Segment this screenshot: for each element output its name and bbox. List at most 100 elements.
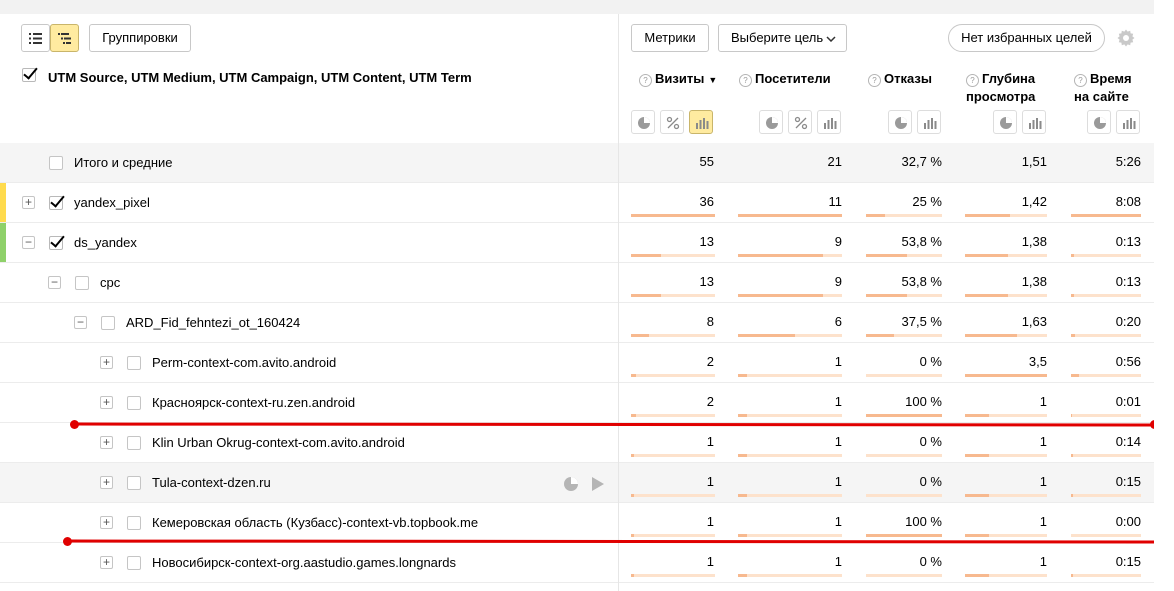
cell-visitors: 1 bbox=[834, 354, 842, 369]
gear-icon[interactable] bbox=[1117, 29, 1135, 47]
expand-icon[interactable]: + bbox=[100, 516, 113, 529]
table-row[interactable]: − cpc 13 9 53,8 % 1,38 0:13 bbox=[0, 263, 1154, 303]
table-row[interactable]: + Красноярск-context-ru.zen.android 2 1 100 … bbox=[0, 383, 1154, 423]
cell-bar-fill bbox=[631, 254, 661, 257]
row-checkbox[interactable] bbox=[49, 196, 63, 210]
favorite-goals-button[interactable]: Нет избранных целей bbox=[948, 24, 1105, 52]
cell-bar-visits bbox=[631, 454, 715, 457]
cell-bar-fill bbox=[631, 414, 636, 417]
column-header-depth[interactable]: ? Глубина просмотра bbox=[966, 70, 1035, 106]
expand-icon[interactable]: + bbox=[100, 436, 113, 449]
list-view-button[interactable] bbox=[21, 24, 50, 52]
row-checkbox[interactable] bbox=[127, 476, 141, 490]
cell-visitors: 21 bbox=[827, 154, 842, 169]
cell-bar-fill bbox=[1071, 494, 1073, 497]
pie-chart-mode-button[interactable] bbox=[993, 110, 1017, 134]
tree-view-button[interactable] bbox=[50, 24, 79, 52]
cell-visits: 36 bbox=[699, 194, 714, 209]
help-icon[interactable]: ? bbox=[1074, 74, 1087, 87]
row-checkbox[interactable] bbox=[127, 356, 141, 370]
table-row[interactable]: − ARD_Fid_fehntezi_ot_160424 8 6 37,5 % 1,63 0… bbox=[0, 303, 1154, 343]
pie-chart-mode-button[interactable] bbox=[631, 110, 655, 134]
row-color-marker bbox=[0, 183, 6, 222]
row-label: yandex_pixel bbox=[74, 195, 150, 210]
table-row[interactable]: + Klin Urban Okrug-context-com.avito.andr… bbox=[0, 423, 1154, 463]
column-header-bounce[interactable]: ? Отказы bbox=[868, 70, 932, 88]
expand-icon[interactable]: + bbox=[100, 556, 113, 569]
bar-chart-mode-button[interactable] bbox=[689, 110, 713, 134]
goal-select[interactable]: Выберите цель bbox=[718, 24, 847, 52]
cell-bar-fill bbox=[738, 414, 747, 417]
collapse-icon[interactable]: − bbox=[22, 236, 35, 249]
column-header-time-line2: на сайте bbox=[1074, 89, 1129, 104]
table-row[interactable]: + Tula-context-dzen.ru 1 1 0 % 1 0:15 bbox=[0, 463, 1154, 503]
help-icon[interactable]: ? bbox=[739, 74, 752, 87]
column-header-visitors[interactable]: ? Посетители bbox=[739, 70, 831, 88]
cell-bar-bounce bbox=[866, 374, 942, 377]
totals-row[interactable]: Итого и средние 55 21 32,7 % 1,51 5:26 bbox=[0, 143, 1154, 183]
column-header-time[interactable]: ? Время на сайте bbox=[1074, 70, 1132, 106]
cell-bar-fill bbox=[738, 294, 823, 297]
help-icon[interactable]: ? bbox=[966, 74, 979, 87]
cell-bounce: 0 % bbox=[919, 434, 942, 449]
cell-bar-fill bbox=[631, 454, 634, 457]
pie-chart-mode-button[interactable] bbox=[1087, 110, 1111, 134]
groupings-button[interactable]: Группировки bbox=[89, 24, 191, 52]
row-label: Новосибирск-context-org.aastudio.games.l… bbox=[152, 555, 456, 570]
row-checkbox[interactable] bbox=[49, 236, 63, 250]
cell-bar-fill bbox=[738, 494, 747, 497]
collapse-icon[interactable]: − bbox=[48, 276, 61, 289]
pie-chart-icon[interactable] bbox=[563, 476, 579, 492]
cell-bounce: 37,5 % bbox=[901, 314, 942, 329]
bar-chart-mode-button[interactable] bbox=[917, 110, 941, 134]
list-view-icon bbox=[29, 33, 42, 44]
row-checkbox[interactable] bbox=[127, 436, 141, 450]
row-checkbox[interactable] bbox=[75, 276, 89, 290]
play-icon[interactable] bbox=[591, 477, 605, 491]
column-header-visits[interactable]: ? Визиты ▼ bbox=[639, 70, 717, 89]
expand-icon[interactable]: + bbox=[22, 196, 35, 209]
metrics-button[interactable]: Метрики bbox=[631, 24, 709, 52]
help-icon[interactable]: ? bbox=[868, 74, 881, 87]
row-checkbox[interactable] bbox=[127, 516, 141, 530]
percent-mode-button[interactable] bbox=[660, 110, 684, 134]
cell-bar-bounce bbox=[866, 294, 942, 297]
table-row[interactable]: − ds_yandex 13 9 53,8 % 1,38 0:13 bbox=[0, 223, 1154, 263]
cell-bar-fill bbox=[738, 334, 795, 337]
pie-chart-icon bbox=[1094, 117, 1106, 129]
help-icon[interactable]: ? bbox=[639, 74, 652, 87]
table-row[interactable]: + Perm-context-com.avito.android 2 1 0 % 3,5 0… bbox=[0, 343, 1154, 383]
tree-view-icon bbox=[58, 33, 71, 44]
cell-time: 0:14 bbox=[1115, 434, 1141, 449]
bar-chart-mode-button[interactable] bbox=[1116, 110, 1140, 134]
cell-bounce: 0 % bbox=[919, 554, 942, 569]
cell-bar-depth bbox=[965, 574, 1047, 577]
row-checkbox[interactable] bbox=[49, 156, 63, 170]
cell-visits: 1 bbox=[706, 554, 714, 569]
collapse-icon[interactable]: − bbox=[74, 316, 87, 329]
cell-bar-fill bbox=[1071, 414, 1072, 417]
cell-bar-fill bbox=[631, 214, 715, 217]
pie-chart-mode-button[interactable] bbox=[759, 110, 783, 134]
cell-bar-time bbox=[1071, 254, 1141, 257]
pie-chart-mode-button[interactable] bbox=[888, 110, 912, 134]
percent-icon bbox=[794, 116, 808, 130]
table-row[interactable]: + Новосибирск-context-org.aastudio.games.… bbox=[0, 543, 1154, 583]
percent-mode-button[interactable] bbox=[788, 110, 812, 134]
cell-bar-fill bbox=[1071, 374, 1079, 377]
header-checkbox[interactable] bbox=[22, 68, 36, 82]
expand-icon[interactable]: + bbox=[100, 476, 113, 489]
row-checkbox[interactable] bbox=[127, 396, 141, 410]
cell-bar-time bbox=[1071, 374, 1141, 377]
table-row[interactable]: + yandex_pixel 36 11 25 % 1,42 8:08 bbox=[0, 183, 1154, 223]
row-checkbox[interactable] bbox=[101, 316, 115, 330]
expand-icon[interactable]: + bbox=[100, 356, 113, 369]
row-checkbox[interactable] bbox=[127, 556, 141, 570]
bar-chart-mode-button[interactable] bbox=[817, 110, 841, 134]
bar-chart-mode-button[interactable] bbox=[1022, 110, 1046, 134]
expand-icon[interactable]: + bbox=[100, 396, 113, 409]
table-row[interactable]: + Кемеровская область (Кузбасс)-context-v… bbox=[0, 503, 1154, 543]
cell-bar-fill bbox=[866, 294, 907, 297]
cell-bounce: 0 % bbox=[919, 474, 942, 489]
cell-bar-fill bbox=[631, 574, 634, 577]
